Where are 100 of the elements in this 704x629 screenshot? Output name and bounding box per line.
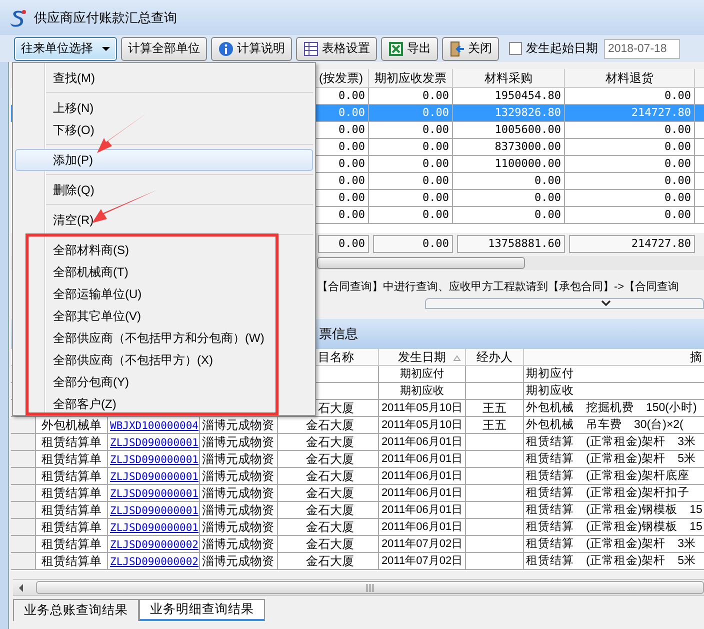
- column-header[interactable]: 摘: [524, 349, 704, 366]
- summary-cell: 租赁结算 (正常租金)钢模板 15: [524, 502, 704, 519]
- row-header[interactable]: [11, 434, 36, 451]
- column-header[interactable]: 材料退货: [565, 69, 695, 88]
- supplier-cell: 淄博元成物资: [200, 417, 278, 434]
- table-cell: 0.00: [565, 207, 695, 224]
- date-checkbox[interactable]: [509, 42, 522, 55]
- document-link[interactable]: ZLJSD090000002: [110, 556, 199, 568]
- menu-item[interactable]: 全部供应商（不包括甲方和分包商）(W): [15, 327, 313, 349]
- panel-title: 票信息: [319, 325, 358, 343]
- table-icon: [303, 40, 319, 56]
- date-cell: 2011年06月01日: [379, 519, 466, 536]
- toolbar-button[interactable]: 导出: [381, 36, 438, 60]
- row-header[interactable]: [11, 468, 36, 485]
- project-cell: 金石大厦: [278, 519, 379, 536]
- toolbar-button[interactable]: 关闭: [442, 36, 499, 60]
- table-cell: [466, 553, 524, 570]
- type-cell: 租赁结算单: [36, 485, 108, 502]
- summary-cell: 外包机械 挖掘机费 150(小时): [524, 400, 704, 417]
- document-link[interactable]: ZLJSD090000001: [110, 488, 199, 500]
- row-header[interactable]: [11, 553, 36, 570]
- toolbar-button[interactable]: 表格设置: [296, 36, 377, 60]
- column-header[interactable]: 期初应收发票: [369, 69, 453, 88]
- table-cell: 0.00: [369, 190, 453, 207]
- menu-item[interactable]: 全部其它单位(V): [15, 305, 313, 327]
- type-cell: 租赁结算单: [36, 434, 108, 451]
- date-cell: 2011年06月01日: [379, 485, 466, 502]
- tab[interactable]: 业务总账查询结果: [13, 599, 139, 621]
- summary-cell: 租赁结算 (正常租金)架杆底座: [524, 468, 704, 485]
- table-cell: 0.00: [369, 139, 453, 156]
- document-link[interactable]: ZLJSD090000002: [110, 539, 199, 551]
- total-cell: 0.00: [318, 235, 369, 253]
- table-cell: 0.00: [453, 207, 565, 224]
- splitter[interactable]: [425, 298, 704, 309]
- summary-cell: 租赁结算 (正常租金)架杆 3米: [524, 536, 704, 553]
- table-cell: [466, 383, 524, 400]
- sort-icon: [453, 355, 461, 361]
- logo-icon: [8, 8, 28, 28]
- type-cell: 外包机械单: [36, 417, 108, 434]
- menu-item[interactable]: 全部材料商(S): [15, 239, 313, 261]
- unit-select-dropdown[interactable]: 往来单位选择: [14, 36, 117, 60]
- supplier-cell: 淄博元成物资: [200, 451, 278, 468]
- row-header[interactable]: [11, 519, 36, 536]
- summary-cell: 租赁结算 (正常租金)架杆 5米: [524, 553, 704, 570]
- table-cell: 0.00: [565, 156, 695, 173]
- menu-item[interactable]: 查找(M): [15, 67, 313, 89]
- annotation-arrow: [92, 190, 157, 223]
- menu-item[interactable]: 全部机械商(T): [15, 261, 313, 283]
- table-cell: 1100000.00: [453, 156, 565, 173]
- row-header[interactable]: [11, 485, 36, 502]
- checkbox-label: 发生起始日期: [526, 40, 598, 57]
- menu-item[interactable]: 删除(Q): [15, 179, 313, 201]
- table-cell: [466, 519, 524, 536]
- table-cell: 0.00: [453, 173, 565, 190]
- total-cell: 0.00: [373, 235, 453, 253]
- document-link[interactable]: ZLJSD090000001: [110, 505, 199, 517]
- row-header[interactable]: [11, 417, 36, 434]
- type-cell: 租赁结算单: [36, 553, 108, 570]
- table-cell: 0.00: [565, 122, 695, 139]
- row-header[interactable]: [11, 451, 36, 468]
- column-header[interactable]: 发生日期: [379, 349, 466, 366]
- scrollbar[interactable]: [13, 579, 704, 596]
- document-link[interactable]: ZLJSD090000001: [110, 437, 199, 449]
- menu-item[interactable]: 清空(R): [15, 209, 313, 231]
- column-header[interactable]: 经办人: [466, 349, 524, 366]
- document-link[interactable]: ZLJSD090000001: [110, 522, 199, 534]
- document-link[interactable]: WBJXD100000004: [110, 420, 199, 432]
- notice-text: 【合同查询】中进行查询、应收甲方工程款请到【承包合同】->【合同查询: [317, 281, 680, 293]
- project-cell: 金石大厦: [278, 553, 379, 570]
- toolbar-button[interactable]: 计算全部单位: [121, 36, 207, 60]
- date-cell: 2011年06月01日: [379, 451, 466, 468]
- document-link[interactable]: ZLJSD090000001: [110, 454, 199, 466]
- menu-item[interactable]: 下移(O): [15, 119, 313, 141]
- summary-cell: 外包机械 吊车费 30(台)×2(: [524, 417, 704, 434]
- tab[interactable]: 业务明细查询结果: [139, 599, 265, 621]
- table-cell: 8373000.00: [453, 139, 565, 156]
- date-field[interactable]: 2018-07-18: [604, 38, 680, 58]
- column-header[interactable]: 材料采购: [453, 69, 565, 88]
- row-header[interactable]: [11, 536, 36, 553]
- date-cell: 2011年06月01日: [379, 468, 466, 485]
- menu-item[interactable]: 全部分包商(Y): [15, 371, 313, 393]
- table-cell: 214727.80: [565, 105, 695, 122]
- project-cell: 金石大厦: [278, 502, 379, 519]
- summary-cell: 租赁结算 (正常租金)钢模板 15: [524, 519, 704, 536]
- date-cell: 期初应付: [379, 366, 466, 383]
- toolbar-button[interactable]: 计算说明: [211, 36, 292, 60]
- project-cell: 金石大厦: [278, 451, 379, 468]
- type-cell: 租赁结算单: [36, 451, 108, 468]
- supplier-cell: 淄博元成物资: [200, 536, 278, 553]
- handler-cell: 王五: [466, 400, 524, 417]
- document-link[interactable]: ZLJSD090000001: [110, 471, 199, 483]
- table-cell: 0.00: [369, 207, 453, 224]
- table-cell: 0.00: [565, 173, 695, 190]
- menu-item[interactable]: 全部运输单位(U): [15, 283, 313, 305]
- supplier-cell: 淄博元成物资: [200, 519, 278, 536]
- window-title: 供应商应付账款汇总查询: [34, 8, 177, 26]
- table-cell: 0.00: [453, 190, 565, 207]
- total-cell: 13758881.60: [457, 235, 565, 253]
- row-header[interactable]: [11, 502, 36, 519]
- menu-item[interactable]: 添加(P): [15, 149, 313, 171]
